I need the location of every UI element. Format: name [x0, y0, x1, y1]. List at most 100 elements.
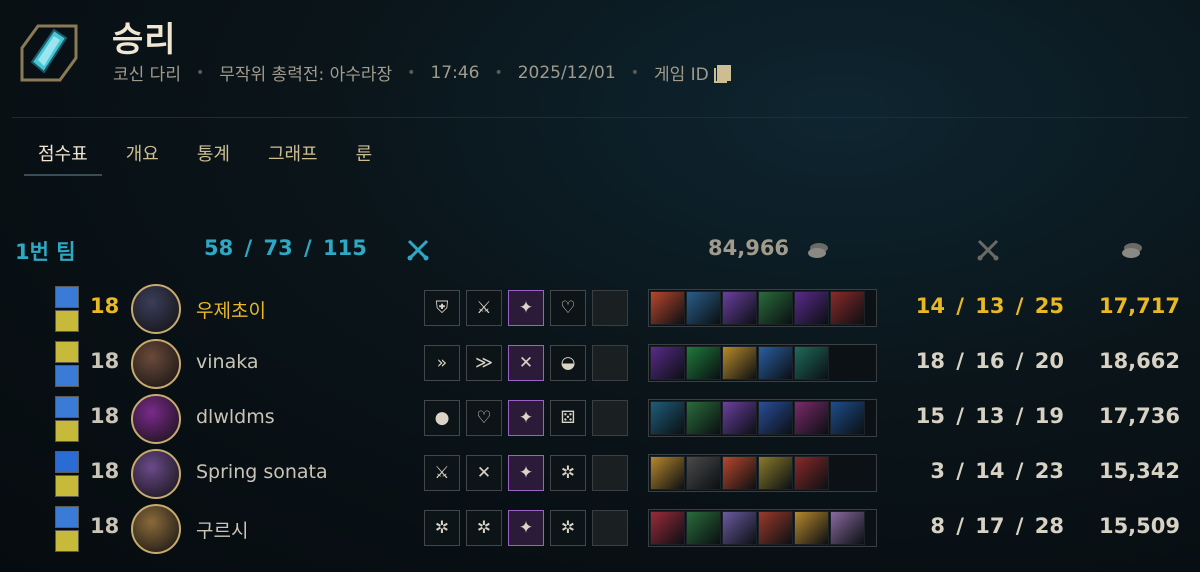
gear-rune-icon[interactable]: ✲	[550, 455, 586, 491]
dash-rune-icon[interactable]: ≫	[466, 345, 502, 381]
player-name[interactable]: 구르시	[196, 516, 248, 543]
heart-rune-icon[interactable]: ♡	[466, 400, 502, 436]
item-icon[interactable]	[758, 456, 793, 490]
orb-rune-icon[interactable]: ●	[424, 400, 460, 436]
rune-set: ● ♡ ✦ ⚄	[424, 400, 634, 436]
champion-avatar[interactable]	[131, 504, 181, 554]
summoner-spells	[55, 286, 79, 334]
team-label: 1번 팀	[15, 240, 76, 264]
blade-rune-icon[interactable]: ✕	[508, 345, 544, 381]
spark-rune-icon[interactable]: ✦	[508, 455, 544, 491]
gear-rune-icon[interactable]: ✲	[466, 510, 502, 546]
gold-coins-icon	[808, 243, 828, 258]
item-icon[interactable]	[758, 291, 793, 325]
summoner-spell-icon[interactable]	[55, 341, 79, 363]
player-row[interactable]: 18 dlwldms ● ♡ ✦ ⚄ 15 / 13 / 19 17,736	[0, 394, 1200, 444]
item-icon[interactable]	[758, 401, 793, 435]
tab-overview[interactable]: 개요	[112, 138, 173, 176]
tab-scoreboard[interactable]: 점수표	[24, 138, 102, 176]
tab-stats[interactable]: 통계	[183, 138, 244, 176]
blade-rune-icon[interactable]: ✕	[466, 455, 502, 491]
item-icon[interactable]	[722, 401, 757, 435]
player-kda: 3 / 14 / 23	[930, 459, 1064, 483]
item-icon[interactable]	[722, 511, 757, 545]
dice-rune-icon[interactable]: ⚄	[550, 400, 586, 436]
player-gold: 15,509	[1098, 514, 1180, 538]
item-icon[interactable]	[650, 291, 685, 325]
copy-icon[interactable]	[713, 64, 731, 83]
heart-rune-icon[interactable]: ♡	[550, 290, 586, 326]
player-name[interactable]: dlwldms	[196, 406, 275, 428]
gear-rune-icon[interactable]: ✲	[550, 510, 586, 546]
summoner-spell-icon[interactable]	[55, 396, 79, 418]
summoner-spell-icon[interactable]	[55, 530, 79, 552]
player-row[interactable]: 18 구르시 ✲ ✲ ✦ ✲ 8 / 17 / 28 15,509	[0, 504, 1200, 554]
bowl-rune-icon[interactable]: ◒	[550, 345, 586, 381]
empty-rune-slot[interactable]	[592, 345, 628, 381]
summoner-spell-icon[interactable]	[55, 310, 79, 332]
player-kda: 15 / 13 / 19	[915, 404, 1064, 428]
champion-avatar[interactable]	[131, 284, 181, 334]
player-row[interactable]: 18 Spring sonata ⚔ ✕ ✦ ✲ 3 / 14 / 23 15,342	[0, 449, 1200, 499]
item-icon[interactable]	[794, 346, 829, 380]
player-name[interactable]: Spring sonata	[196, 461, 328, 483]
item-icon[interactable]	[686, 511, 721, 545]
summoner-spell-icon[interactable]	[55, 506, 79, 528]
item-icon[interactable]	[722, 291, 757, 325]
sword-rune-icon[interactable]: ⚔	[424, 455, 460, 491]
item-icon[interactable]	[830, 511, 865, 545]
item-icon[interactable]	[722, 346, 757, 380]
item-icon[interactable]	[722, 456, 757, 490]
item-icon[interactable]	[650, 401, 685, 435]
item-icon[interactable]	[686, 456, 721, 490]
champion-avatar[interactable]	[131, 394, 181, 444]
tab-runes[interactable]: 룬	[342, 138, 387, 176]
sword-rune-icon[interactable]: ⚔	[466, 290, 502, 326]
summoner-spell-icon[interactable]	[55, 475, 79, 497]
summoner-spells	[55, 506, 79, 554]
empty-rune-slot[interactable]	[592, 400, 628, 436]
item-build	[648, 509, 877, 547]
empty-rune-slot[interactable]	[592, 455, 628, 491]
item-icon[interactable]	[686, 346, 721, 380]
empty-item-slot[interactable]	[830, 346, 865, 380]
item-icon[interactable]	[830, 291, 865, 325]
item-icon[interactable]	[794, 401, 829, 435]
summoner-spell-icon[interactable]	[55, 451, 79, 473]
player-name[interactable]: vinaka	[196, 351, 259, 373]
rune-set: ⚔ ✕ ✦ ✲	[424, 455, 634, 491]
summoner-spell-icon[interactable]	[55, 286, 79, 308]
player-row[interactable]: 18 vinaka » ≫ ✕ ◒ 18 / 16 / 20 18,662	[0, 339, 1200, 389]
gear-rune-icon[interactable]: ✲	[424, 510, 460, 546]
champion-avatar[interactable]	[131, 339, 181, 389]
empty-rune-slot[interactable]	[592, 510, 628, 546]
team-kda: 58 / 73 / 115	[204, 236, 367, 260]
item-icon[interactable]	[794, 291, 829, 325]
tab-graph[interactable]: 그래프	[254, 138, 332, 176]
item-icon[interactable]	[686, 401, 721, 435]
spark-rune-icon[interactable]: ✦	[508, 290, 544, 326]
rune-set: ✲ ✲ ✦ ✲	[424, 510, 634, 546]
player-name[interactable]: 우제초이	[196, 296, 266, 323]
item-icon[interactable]	[650, 456, 685, 490]
spark-rune-icon[interactable]: ✦	[508, 510, 544, 546]
item-icon[interactable]	[650, 511, 685, 545]
summoner-spell-icon[interactable]	[55, 365, 79, 387]
item-icon[interactable]	[794, 456, 829, 490]
item-icon[interactable]	[794, 511, 829, 545]
empty-item-slot[interactable]	[830, 456, 865, 490]
summoner-spell-icon[interactable]	[55, 420, 79, 442]
item-icon[interactable]	[686, 291, 721, 325]
item-build	[648, 454, 877, 492]
item-build	[648, 399, 877, 437]
item-icon[interactable]	[650, 346, 685, 380]
spark-rune-icon[interactable]: ✦	[508, 400, 544, 436]
champion-avatar[interactable]	[131, 449, 181, 499]
empty-rune-slot[interactable]	[592, 290, 628, 326]
run-rune-icon[interactable]: »	[424, 345, 460, 381]
item-icon[interactable]	[758, 346, 793, 380]
item-icon[interactable]	[830, 401, 865, 435]
player-row[interactable]: 18 우제초이 ⛨ ⚔ ✦ ♡ 14 / 13 / 25 17,717	[0, 284, 1200, 334]
item-icon[interactable]	[758, 511, 793, 545]
shield-rune-icon[interactable]: ⛨	[424, 290, 460, 326]
